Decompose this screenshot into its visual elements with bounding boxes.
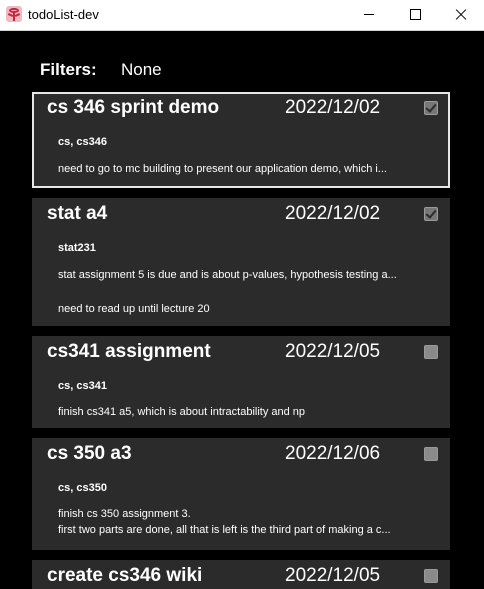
task-date: 2022/12/05 — [285, 565, 381, 586]
filters-value[interactable]: None — [121, 60, 162, 80]
close-button[interactable] — [438, 0, 484, 30]
task-card[interactable]: cs341 assignment 2022/12/05 cs, cs341 fi… — [32, 336, 450, 428]
task-done-checkbox[interactable] — [424, 207, 438, 221]
task-tags: cs, cs350 — [58, 482, 107, 494]
task-date: 2022/12/02 — [285, 97, 381, 118]
window-title: todoList-dev — [28, 7, 99, 22]
task-description: finish cs341 a5, which is about intracta… — [58, 406, 306, 418]
task-tags: cs, cs341 — [58, 380, 107, 392]
task-description-line: need to read up until lecture 20 — [58, 303, 210, 315]
task-date: 2022/12/02 — [285, 203, 381, 224]
app-tree-icon — [6, 6, 22, 22]
maximize-button[interactable] — [392, 0, 438, 30]
task-date: 2022/12/05 — [285, 341, 381, 362]
task-title: cs 350 a3 — [47, 443, 132, 464]
task-done-checkbox[interactable] — [424, 345, 438, 359]
task-done-checkbox[interactable] — [424, 569, 438, 583]
task-description-line: first two parts are done, all that is le… — [58, 524, 391, 536]
maximize-icon — [410, 9, 421, 20]
task-done-checkbox[interactable] — [424, 447, 438, 461]
task-done-checkbox[interactable] — [424, 101, 438, 115]
filters-label: Filters: — [40, 60, 97, 79]
title-bar[interactable]: todoList-dev — [0, 0, 484, 31]
app-window: todoList-dev Filters: None cs 346 sprint… — [0, 0, 484, 589]
task-list: cs 346 sprint demo 2022/12/02 cs, cs346 … — [32, 92, 450, 589]
task-card[interactable]: stat a4 2022/12/02 stat231 stat assignme… — [32, 198, 450, 326]
task-card[interactable]: cs 346 sprint demo 2022/12/02 cs, cs346 … — [32, 92, 450, 188]
task-date: 2022/12/06 — [285, 443, 381, 464]
task-tags: cs, cs346 — [58, 136, 107, 148]
task-description: finish cs 350 assignment 3. — [58, 508, 191, 520]
task-title: cs341 assignment — [47, 341, 211, 362]
task-title: create cs346 wiki — [47, 565, 203, 586]
task-description: need to go to mc building to present our… — [58, 163, 387, 175]
task-card[interactable]: cs 350 a3 2022/12/06 cs, cs350 finish cs… — [32, 438, 450, 550]
close-icon — [438, 0, 484, 30]
task-card[interactable]: create cs346 wiki 2022/12/05 — [32, 560, 450, 589]
minimize-button[interactable] — [346, 0, 392, 30]
task-tags: stat231 — [58, 242, 96, 254]
minimize-icon — [364, 14, 374, 15]
task-title: cs 346 sprint demo — [47, 97, 220, 118]
task-title: stat a4 — [47, 203, 108, 224]
task-description: stat assignment 5 is due and is about p-… — [58, 269, 397, 281]
